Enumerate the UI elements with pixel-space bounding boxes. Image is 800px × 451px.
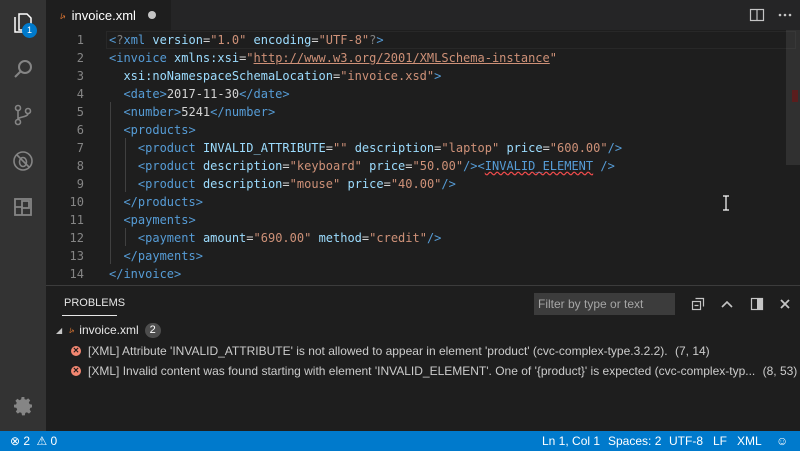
cursor-position[interactable]: Ln 1, Col 1 [542,431,600,451]
toggle-panel-position-button[interactable] [749,296,765,312]
line-number: 5 [76,105,84,119]
line-number: 6 [76,123,84,137]
code-line: <payment amount="690.00" method="credit"… [137,231,442,245]
extensions-icon [14,198,32,216]
overview-ruler-error-mark [792,90,798,102]
code-line: <product description="keyboard" price="5… [137,159,615,173]
line-number: 13 [69,249,84,263]
error-count: 2 [23,434,31,448]
code-line: <invoice xmlns:xsi="http://www.w3.org/20… [109,51,557,65]
feedback-smiley-icon[interactable]: ☺ [776,431,788,451]
indentation-setting[interactable]: Spaces: 2 [608,431,661,451]
chevron-down-icon[interactable]: ◢ [56,326,62,335]
gear-icon [14,397,32,416]
status-bar: ⊗ 2 ⚠ 0 Ln 1, Col 1 Spaces: 2 UTF-8 LF X… [0,431,800,451]
rss-file-icon: ⭟ [69,324,75,336]
error-icon: ⊗ [10,434,21,448]
code-line: </invoice> [109,267,182,281]
warning-count: 0 [50,434,58,448]
text-cursor-icon [723,195,729,211]
problems-status[interactable]: ⊗ 2 ⚠ 0 [10,431,57,451]
problem-message: [XML] Invalid content was found starting… [88,364,798,378]
extensions-button[interactable] [0,184,46,230]
problems-panel: PROBLEMS ◢ ⭟ invoice.xml 2 ✕ [XML] Attri… [46,285,800,431]
explorer-button[interactable]: 1 [0,0,46,46]
eol-setting[interactable]: LF [713,431,727,451]
search-button[interactable] [0,46,46,92]
debug-icon [13,151,33,171]
tab-label: invoice.xml [71,7,136,23]
problem-file-row[interactable]: ◢ ⭟ invoice.xml 2 [46,320,800,340]
code-line: <date>2017-11-30</date> [123,87,290,101]
code-line: xsi:noNamespaceSchemaLocation="invoice.x… [123,69,442,83]
split-editor-icon[interactable] [749,7,765,23]
tab-invoice-xml[interactable]: ⭟ invoice.xml [46,0,171,30]
filter-input[interactable] [534,293,675,315]
code-line: <?xml version="1.0" encoding="UTF-8"?> [109,33,384,47]
debug-button[interactable] [0,138,46,184]
code-line: </products> [123,195,203,209]
activity-bar: 1 [0,0,46,431]
source-control-button[interactable] [0,92,46,138]
code-editor[interactable]: 1 2 3 4 5 6 7 8 9 10 11 12 13 14 <?xml version="1.0" … [46,30,800,285]
code-line: <number>5241</number> [123,105,276,119]
tab-bar: ⭟ invoice.xml [46,0,800,30]
panel-tab-problems[interactable]: PROBLEMS [64,297,125,309]
collapse-all-icon [691,297,705,311]
problem-count-badge: 2 [144,322,161,338]
explorer-badge: 1 [22,23,37,38]
problem-row[interactable]: ✕ [XML] Attribute 'INVALID_ATTRIBUTE' is… [46,341,800,361]
line-number: 7 [76,141,84,155]
problem-file-name: invoice.xml [79,323,139,337]
line-number: 4 [76,87,84,101]
active-tab-underline [62,315,117,316]
source-control-icon [14,104,32,126]
panel-layout-icon [750,297,764,311]
code-line: <payments> [123,213,196,227]
line-number: 9 [76,177,84,191]
close-icon [780,299,790,309]
error-icon: ✕ [71,366,81,376]
code-line: <product INVALID_ATTRIBUTE="" descriptio… [137,141,623,155]
warning-icon: ⚠ [36,434,48,448]
more-actions-icon[interactable] [777,7,793,23]
code-line: </payments> [123,249,203,263]
line-number: 10 [69,195,84,209]
error-icon: ✕ [71,346,81,356]
collapse-all-button[interactable] [690,296,706,312]
line-number: 11 [69,213,84,227]
settings-button[interactable] [0,383,46,429]
rss-file-icon: ⭟ [60,8,66,22]
line-number: 2 [76,51,84,65]
language-mode[interactable]: XML [737,431,762,451]
code-line: <product description="mouse" price="40.0… [137,177,456,191]
line-number: 14 [69,267,84,281]
line-number: 12 [69,231,84,245]
line-number: 3 [76,69,84,83]
unsaved-dot-icon[interactable] [147,11,156,19]
chevron-up-icon [721,300,733,308]
code-line: <products> [123,123,196,137]
search-icon [14,60,32,78]
encoding-setting[interactable]: UTF-8 [669,431,703,451]
line-number: 8 [76,159,84,173]
close-panel-button[interactable] [777,296,793,312]
line-number: 1 [76,33,84,47]
problem-row[interactable]: ✕ [XML] Invalid content was found starti… [46,361,800,381]
maximize-panel-button[interactable] [719,296,735,312]
problem-message: [XML] Attribute 'INVALID_ATTRIBUTE' is n… [88,344,710,358]
